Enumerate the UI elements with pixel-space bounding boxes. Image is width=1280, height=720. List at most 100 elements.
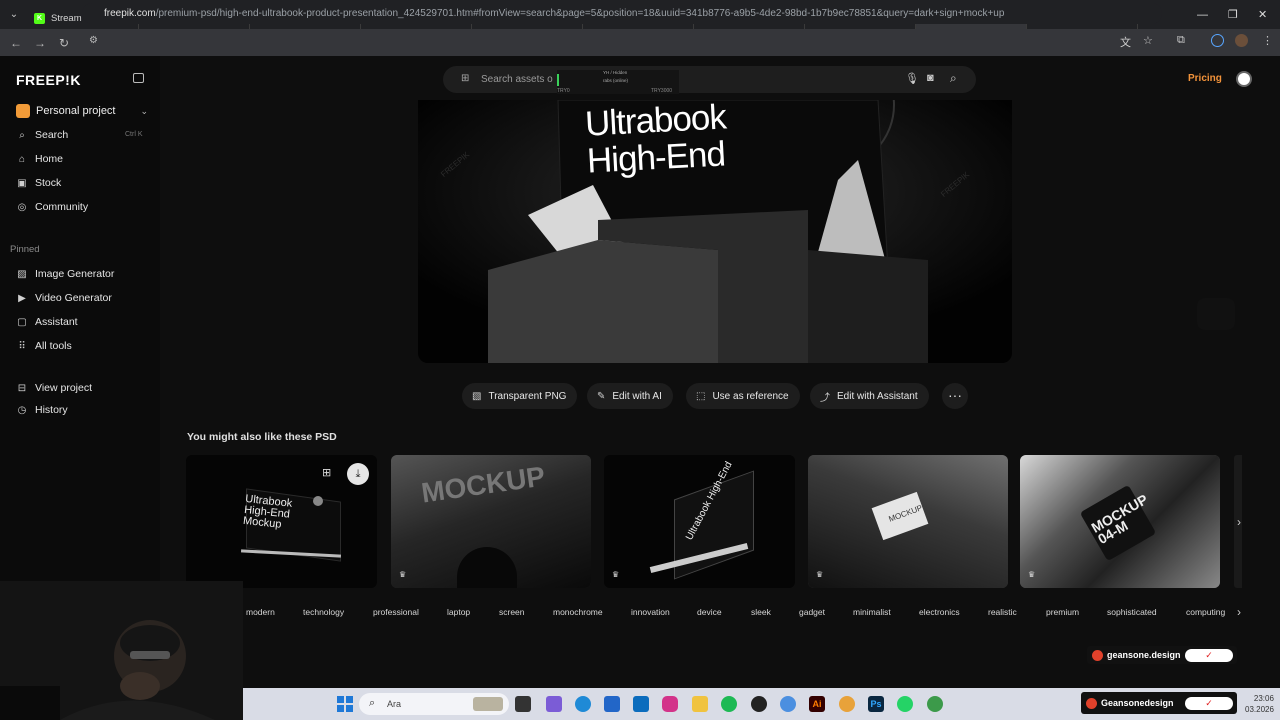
assistant-icon: ▢ [17, 316, 27, 328]
illustrator-icon[interactable]: Ai [809, 696, 825, 712]
more-options-icon[interactable]: ··· [942, 383, 968, 409]
forward-icon[interactable]: → [28, 36, 52, 50]
sidebar-item-home[interactable]: ⌂ Home [16, 149, 63, 169]
project-name: Personal project [36, 105, 116, 117]
maximize-icon[interactable]: ❐ [1228, 0, 1238, 29]
user-avatar[interactable] [1236, 71, 1252, 87]
back-icon[interactable]: ← [4, 36, 28, 50]
tag-chip[interactable]: professional [373, 607, 419, 620]
tag-chip[interactable]: sophisticated [1107, 607, 1157, 620]
task-view-icon[interactable] [515, 696, 531, 712]
chrome-icon[interactable] [839, 696, 855, 712]
outlook-icon[interactable] [633, 696, 649, 712]
edit-with-assistant-button[interactable]: ⤴ Edit with Assistant [810, 383, 929, 409]
follow-check-icon: ✓ [1185, 648, 1233, 662]
search-bar[interactable]: ⊞ Search assets o 🎙︎ ◙ ⌕ [443, 66, 976, 93]
follow-check-icon: ✓ [1185, 696, 1233, 710]
widgets-icon[interactable] [546, 696, 562, 712]
site-info-icon[interactable]: ⚙ [89, 35, 98, 46]
stats-bar [557, 74, 559, 86]
hero-text: Ultrabook High-End [584, 100, 728, 181]
tag-chip[interactable]: electronics [919, 607, 960, 620]
use-as-reference-button[interactable]: ⬚ Use as reference [686, 383, 800, 409]
tag-chip[interactable]: gadget [799, 607, 825, 620]
tab-search-icon[interactable]: ⌄ [0, 0, 28, 29]
system-clock[interactable]: 23:06 03.2026 [1245, 693, 1274, 715]
tag-chip[interactable]: screen [499, 607, 525, 620]
freepik-logo[interactable]: FREEP!K [16, 72, 81, 88]
url-field[interactable]: freepik.com/premium-psd/high-end-ultrabo… [82, 3, 1162, 24]
tag-chip[interactable]: premium [1046, 607, 1079, 620]
sidebar-item-search[interactable]: ⌕ Search [16, 125, 68, 145]
tag-chip[interactable]: realistic [988, 607, 1017, 620]
sidebar-item-video-generator[interactable]: ▶ Video Generator [16, 288, 112, 308]
profile-sync-icon[interactable] [1211, 34, 1224, 47]
assistant-edit-icon: ⤴ [820, 392, 830, 404]
tag-chip[interactable]: minimalist [853, 607, 891, 620]
pricing-link[interactable]: Pricing [1188, 73, 1222, 84]
project-selector[interactable]: Personal project ⌄ [10, 99, 148, 123]
file-explorer-icon[interactable] [692, 696, 708, 712]
stream-name: geansone.design [1107, 650, 1181, 660]
edge-icon[interactable] [575, 696, 591, 712]
profile-avatar-icon[interactable] [1235, 34, 1248, 47]
tag-chip[interactable]: modern [246, 607, 275, 620]
stats-top: YH / Hidden [603, 70, 628, 75]
search-input[interactable]: Search assets o [481, 74, 553, 85]
sidebar-collapse-icon[interactable] [133, 73, 144, 83]
store-icon[interactable] [604, 696, 620, 712]
bookmark-star-icon[interactable]: ☆ [1143, 34, 1153, 47]
sidebar-item-stock[interactable]: ▣ Stock [16, 173, 61, 193]
microphone-icon[interactable]: 🎙︎ [905, 72, 919, 85]
premium-crown-icon: ♛ [399, 570, 407, 579]
sidebar-item-view-project[interactable]: ⊟ View project [16, 378, 92, 398]
sidebar-item-image-generator[interactable]: ▨ Image Generator [16, 264, 114, 284]
whatsapp-icon[interactable] [897, 696, 913, 712]
related-card[interactable]: MOCKUP ♛ [808, 455, 1008, 588]
photoshop-icon[interactable]: Ps [868, 696, 884, 712]
sidebar-item-label: History [35, 404, 68, 416]
tag-chip[interactable]: monochrome [553, 607, 603, 620]
tags-next-icon[interactable]: › [1237, 605, 1241, 619]
close-window-icon[interactable]: ✕ [1258, 0, 1267, 29]
tag-chip[interactable]: technology [303, 607, 344, 620]
related-card[interactable]: Ultrabook High-End Mockup ⊞ ⤓ [186, 455, 377, 588]
related-card[interactable]: Ultrabook High-End ♛ [604, 455, 795, 588]
tag-chip[interactable]: laptop [447, 607, 470, 620]
tag-chip[interactable]: sleek [751, 607, 771, 620]
sidebar-item-assistant[interactable]: ▢ Assistant [16, 312, 77, 332]
minimize-icon[interactable]: — [1197, 0, 1208, 29]
tag-chip[interactable]: innovation [631, 607, 670, 620]
chrome-alt-icon[interactable] [780, 696, 796, 712]
tag-chip[interactable]: device [697, 607, 722, 620]
extensions-icon[interactable]: ⧉ [1177, 34, 1185, 47]
sidebar-item-community[interactable]: ◎ Community [16, 197, 88, 217]
sidebar-item-history[interactable]: ◷ History [16, 400, 68, 420]
download-icon[interactable]: ⤓ [347, 463, 369, 485]
reload-icon[interactable]: ↻ [52, 36, 76, 50]
related-card[interactable]: MOCKUP 04-M ♛ [1020, 455, 1220, 588]
app-icon[interactable] [751, 696, 767, 712]
windows-start-icon[interactable] [337, 696, 353, 712]
camera-icon[interactable]: ◙ [927, 72, 934, 84]
sidebar-item-label: View project [35, 382, 93, 394]
url-path: /premium-psd/high-end-ultrabook-product-… [155, 8, 1005, 19]
pinned-heading: Pinned [10, 244, 40, 255]
tag-chip[interactable]: computing [1186, 607, 1228, 620]
edit-with-ai-button[interactable]: ✎ Edit with AI [587, 383, 673, 409]
browser-menu-icon[interactable]: ⋮ [1262, 34, 1273, 47]
spotify-icon[interactable] [721, 696, 737, 712]
transparent-png-button[interactable]: ▧ Transparent PNG [462, 383, 578, 409]
search-filter-icon[interactable]: ⊞ [461, 73, 469, 84]
stream-name: Geansonedesign [1101, 698, 1174, 708]
download-float-button[interactable] [1197, 298, 1235, 330]
related-card[interactable]: MOCKUP ♛ [391, 455, 591, 588]
save-to-collection-icon[interactable]: ⊞ [322, 466, 331, 479]
chrome-profile-icon[interactable] [927, 696, 943, 712]
instagram-icon[interactable] [662, 696, 678, 712]
search-submit-icon[interactable]: ⌕ [950, 71, 957, 86]
carousel-next-icon[interactable]: › [1237, 515, 1241, 529]
taskbar-search[interactable]: ⌕ Ara [359, 693, 509, 715]
translate-icon[interactable]: 文 [1120, 34, 1131, 50]
sidebar-item-all-tools[interactable]: ⠿ All tools [16, 336, 71, 356]
